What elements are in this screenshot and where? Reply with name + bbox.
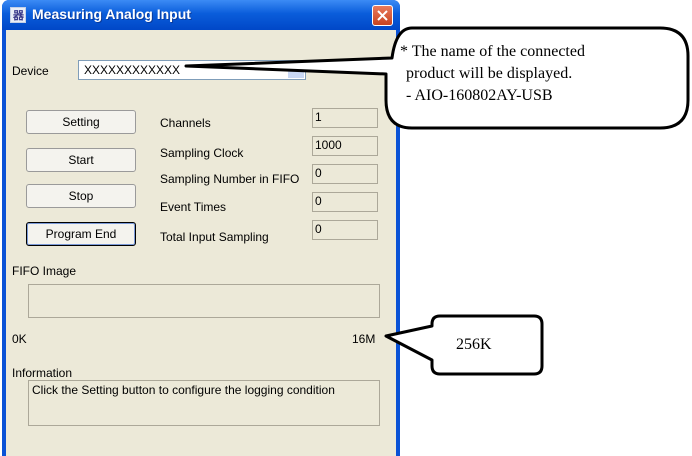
device-note-line3: - AIO-160802AY-USB: [406, 87, 553, 104]
annotation-layer: [184, 26, 690, 376]
fifo-note: 256K: [456, 336, 492, 353]
device-note-line1: * The name of the connected: [400, 43, 585, 60]
device-note-line2: product will be displayed.: [406, 65, 573, 82]
